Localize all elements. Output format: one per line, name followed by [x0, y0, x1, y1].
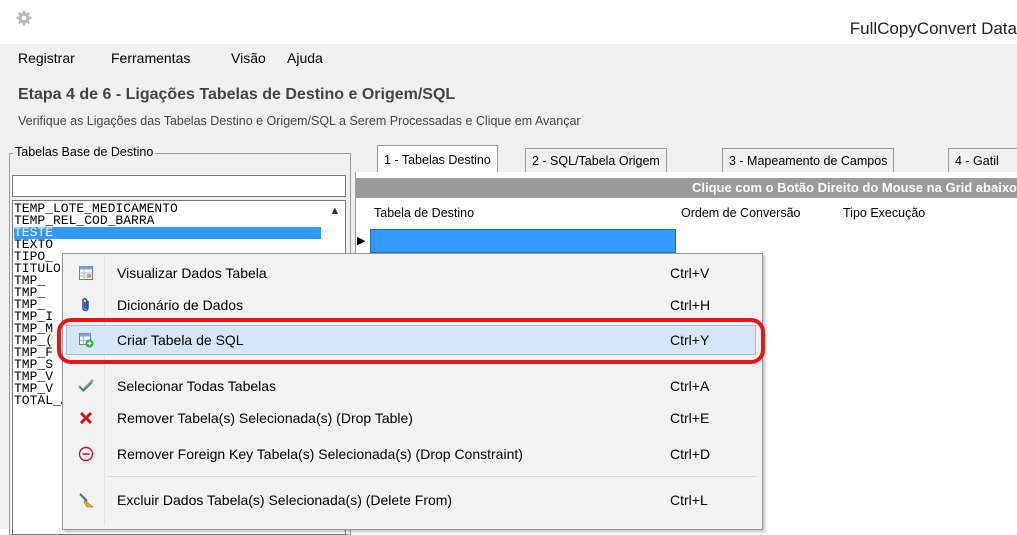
- menu-visao[interactable]: Visão: [231, 50, 266, 66]
- menu-item-shortcut: Ctrl+E: [670, 410, 710, 426]
- paperclip-icon: [78, 297, 94, 313]
- column-header-ordem-conversao[interactable]: Ordem de Conversão: [681, 206, 801, 220]
- menu-item-label: Selecionar Todas Tabelas: [117, 378, 277, 394]
- column-header-tipo-execucao[interactable]: Tipo Execução: [843, 206, 925, 220]
- menu-item-shortcut: Ctrl+A: [670, 378, 710, 394]
- menu-ajuda[interactable]: Ajuda: [287, 50, 323, 66]
- menu-item-remover-tabela[interactable]: Remover Tabela(s) Selecionada(s) (Drop T…: [65, 402, 758, 434]
- menu-item-shortcut: Ctrl+L: [670, 492, 708, 508]
- column-header-tabela-destino[interactable]: Tabela de Destino: [374, 206, 474, 220]
- menu-item-visualizar-dados[interactable]: Visualizar Dados Tabela Ctrl+V: [65, 257, 758, 289]
- menu-ferramentas[interactable]: Ferramentas: [111, 50, 190, 66]
- minus-circle-icon: [78, 446, 94, 462]
- menu-item-shortcut: Ctrl+H: [670, 297, 711, 313]
- step-subtitle: Verifique as Ligações das Tabelas Destin…: [18, 114, 581, 128]
- grid-hint-bar: Clique com o Botão Direito do Mouse na G…: [356, 178, 1017, 198]
- checkmark-icon: [78, 378, 94, 394]
- group-label: Tabelas Base de Destino: [13, 145, 156, 159]
- table-view-icon: [78, 265, 94, 281]
- grid-cell-selected[interactable]: [370, 229, 676, 253]
- menu-item-selecionar-todas[interactable]: Selecionar Todas Tabelas Ctrl+A: [65, 370, 758, 402]
- menu-item-remover-foreign-key[interactable]: Remover Foreign Key Tabela(s) Selecionad…: [65, 438, 758, 470]
- menu-item-shortcut: Ctrl+D: [670, 446, 711, 462]
- app-gear-icon[interactable]: [16, 10, 32, 26]
- table-filter-input[interactable]: [12, 175, 346, 197]
- menu-separator: [108, 476, 756, 477]
- broom-icon: [78, 492, 94, 508]
- menu-item-label: Remover Tabela(s) Selecionada(s) (Drop T…: [117, 410, 413, 426]
- annotation-highlight-ring: [57, 318, 765, 364]
- tab-gatilhos[interactable]: 4 - Gatil: [948, 148, 1017, 172]
- row-indicator-icon: ▶: [357, 235, 366, 247]
- tab-mapeamento-campos[interactable]: 3 - Mapeamento de Campos: [722, 148, 895, 172]
- tab-tabelas-destino[interactable]: 1 - Tabelas Destino: [377, 145, 498, 173]
- window-title: FullCopyConvert Data: [849, 19, 1017, 38]
- tab-sql-tabela-origem[interactable]: 2 - SQL/Tabela Origem: [525, 148, 667, 172]
- menu-item-label: Remover Foreign Key Tabela(s) Selecionad…: [117, 446, 523, 462]
- menu-item-label: Visualizar Dados Tabela: [117, 265, 267, 281]
- menu-item-dicionario-dados[interactable]: Dicionário de Dados Ctrl+H: [65, 289, 758, 321]
- menu-item-label: Excluir Dados Tabela(s) Selecionada(s) (…: [117, 492, 453, 508]
- menu-item-label: Dicionário de Dados: [117, 297, 244, 313]
- step-title: Etapa 4 de 6 - Ligações Tabelas de Desti…: [18, 86, 456, 103]
- list-item-selected[interactable]: TESTE: [14, 226, 321, 239]
- menu-registrar[interactable]: Registrar: [18, 50, 75, 66]
- menu-item-shortcut: Ctrl+V: [670, 265, 710, 281]
- menu-item-excluir-dados[interactable]: Excluir Dados Tabela(s) Selecionada(s) (…: [65, 484, 758, 516]
- red-x-icon: [78, 410, 94, 426]
- scroll-up-arrow-icon[interactable]: ▲: [326, 202, 344, 220]
